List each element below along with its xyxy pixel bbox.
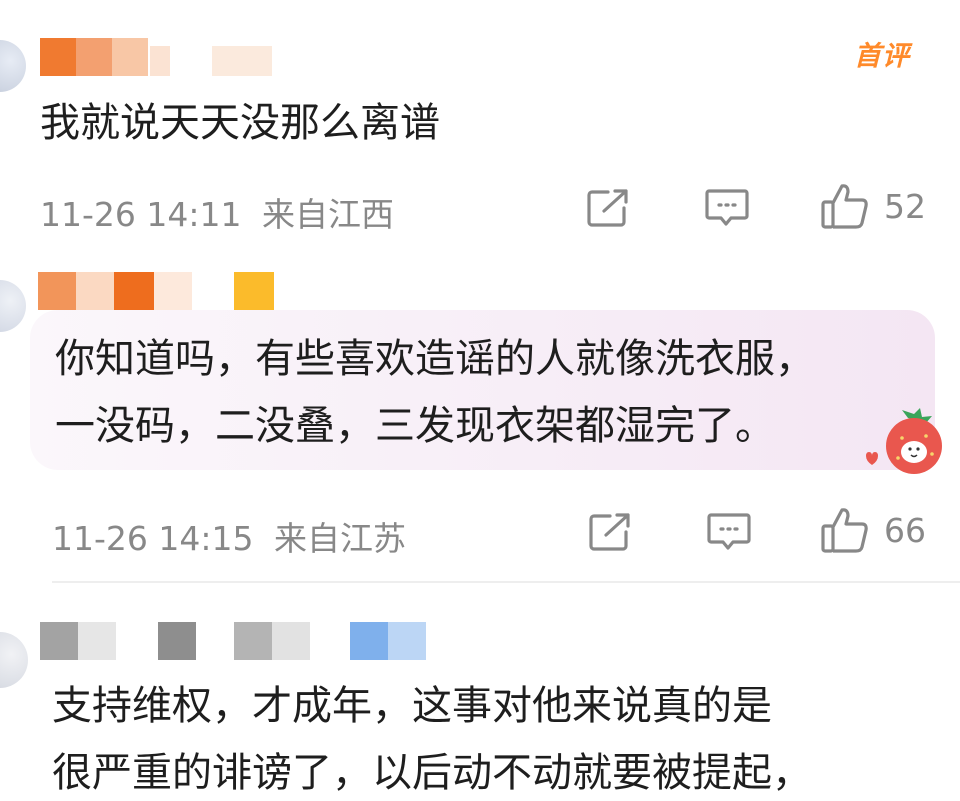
comment-3: 支持维权，才成年，这事对他来说真的是 很严重的诽谤了，以后动不动就要被提起， [0,0,960,796]
avatar[interactable] [0,632,28,688]
comment-text-line2: 很严重的诽谤了，以后动不动就要被提起， [52,750,812,796]
comment-text-line1: 支持维权，才成年，这事对他来说真的是 [52,683,772,729]
username-pixelated[interactable] [40,622,440,662]
